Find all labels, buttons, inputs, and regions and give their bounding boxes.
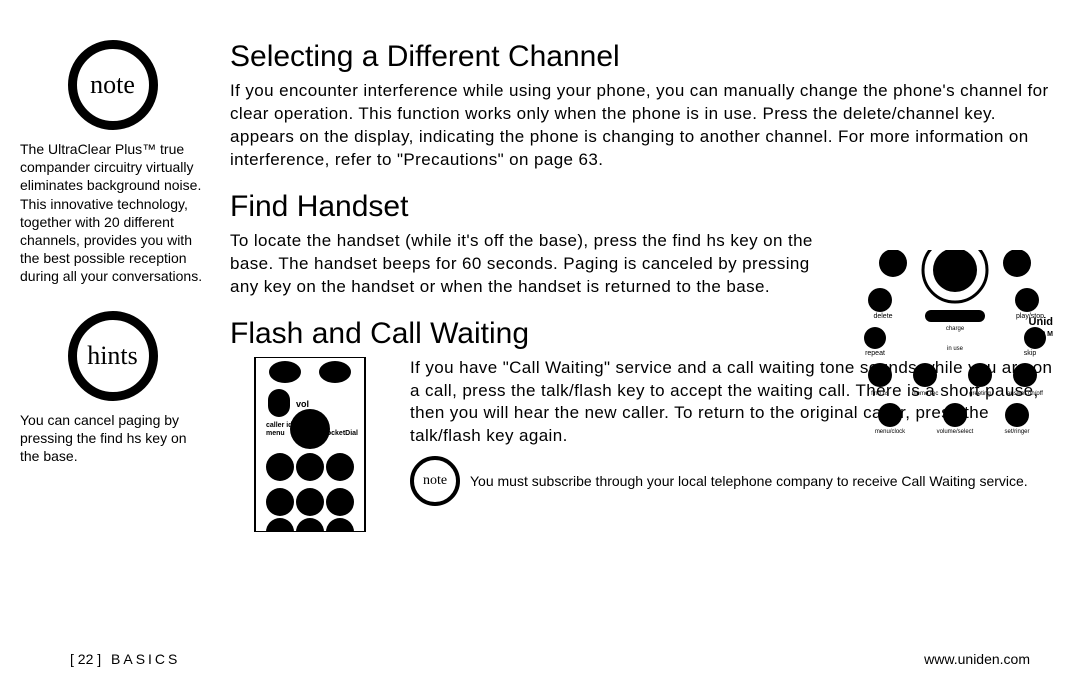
svg-text:greeting: greeting bbox=[969, 391, 991, 397]
hints-badge-icon: hints bbox=[68, 311, 158, 401]
small-note-badge-icon: note bbox=[410, 456, 460, 506]
page-number: [ 22 ] bbox=[70, 651, 101, 667]
svg-text:900 M: 900 M bbox=[1034, 331, 1054, 338]
svg-text:menu: menu bbox=[266, 430, 285, 437]
svg-text:volume/select: volume/select bbox=[937, 429, 974, 435]
svg-text:repeat: repeat bbox=[865, 350, 885, 357]
note-text: The UltraClear Plus™ true compander circ… bbox=[20, 140, 205, 286]
svg-text:Unid: Unid bbox=[1029, 316, 1053, 328]
small-note-text: You must subscribe through your local te… bbox=[470, 473, 1028, 490]
note-badge-icon: note bbox=[68, 40, 158, 130]
svg-text:RocketDial: RocketDial bbox=[322, 430, 358, 437]
body-find-handset: To locate the handset (while it's off th… bbox=[230, 230, 820, 299]
svg-text:memo rec: memo rec bbox=[912, 391, 939, 397]
svg-text:caller id/: caller id/ bbox=[266, 422, 294, 429]
svg-text:vol: vol bbox=[296, 399, 309, 409]
svg-text:answer on/off: answer on/off bbox=[1007, 391, 1043, 397]
base-unit-diagram: delete play/stop charge repeat skip in u… bbox=[825, 250, 1060, 435]
small-note-badge-label: note bbox=[423, 473, 447, 489]
sidebar: note The UltraClear Plus™ true compander… bbox=[20, 40, 220, 640]
handset-diagram: vol caller id/ menu RocketDial bbox=[230, 357, 390, 532]
heading-find-handset: Find Handset bbox=[230, 190, 1060, 224]
main-content: Selecting a Different Channel If you enc… bbox=[220, 40, 1060, 640]
svg-text:charge: charge bbox=[946, 326, 965, 332]
svg-text:menu/clock: menu/clock bbox=[875, 429, 906, 435]
svg-text:skip: skip bbox=[1024, 350, 1037, 357]
hints-badge-label: hints bbox=[87, 341, 138, 371]
footer-url: www.uniden.com bbox=[924, 651, 1030, 667]
svg-text:find hs: find hs bbox=[871, 391, 889, 397]
hints-text: You can cancel paging by pressing the fi… bbox=[20, 411, 205, 466]
svg-text:set/ringer: set/ringer bbox=[1004, 429, 1029, 435]
note-badge-label: note bbox=[90, 70, 135, 100]
svg-text:delete: delete bbox=[873, 313, 892, 320]
heading-channel: Selecting a Different Channel bbox=[230, 40, 1060, 74]
svg-text:in use: in use bbox=[947, 346, 964, 352]
page-footer: [ 22 ] BASICS www.uniden.com bbox=[70, 651, 1030, 667]
body-channel: If you encounter interference while usin… bbox=[230, 80, 1060, 172]
small-note-row: note You must subscribe through your loc… bbox=[410, 456, 1060, 506]
section-name: BASICS bbox=[111, 651, 180, 667]
